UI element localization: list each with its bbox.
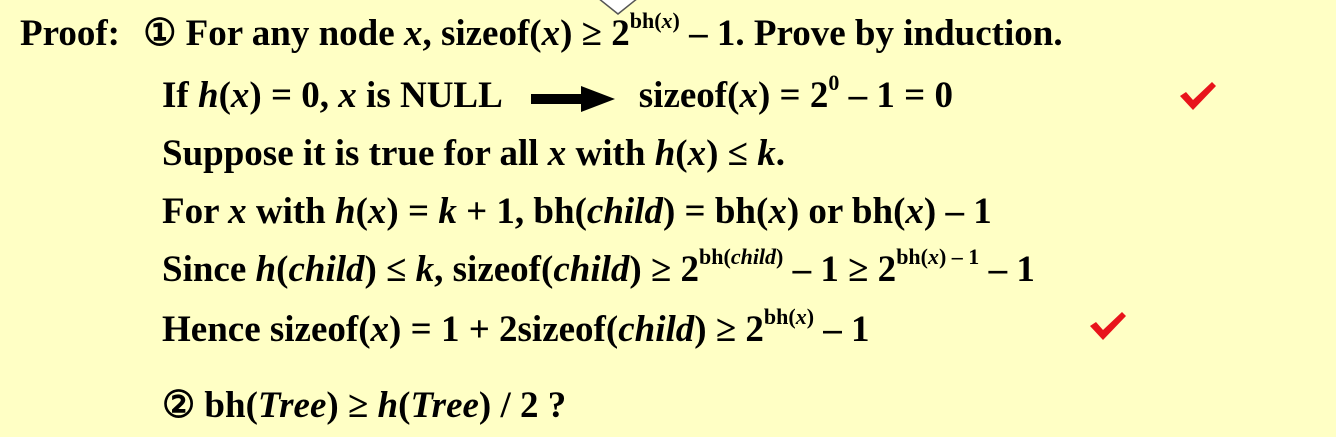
- exponent: bh(x): [629, 8, 680, 34]
- proof-line-6: Hence sizeof(x) = 1 + 2sizeof(child) ≥ 2…: [162, 304, 870, 350]
- check-mark-icon: [1180, 82, 1216, 110]
- proof-line-7: ② bh(Tree) ≥ h(Tree) / 2 ?: [162, 385, 567, 426]
- proof-label: Proof:: [20, 13, 120, 54]
- proof-line-2: If h(x) = 0, x is NULL sizeof(x) = 20 – …: [162, 70, 953, 116]
- proof-line-1: Proof: ① For any node x, sizeof(x) ≥ 2bh…: [20, 8, 1063, 54]
- proof-line-5: Since h(child) ≤ k, sizeof(child) ≥ 2bh(…: [162, 244, 1035, 290]
- check-mark-icon: [1090, 312, 1126, 340]
- circled-one: ①: [143, 13, 177, 54]
- proof-line-4: For x with h(x) = k + 1, bh(child) = bh(…: [162, 191, 992, 232]
- right-arrow-icon: [530, 85, 615, 112]
- proof-line-3: Suppose it is true for all x with h(x) ≤…: [162, 133, 785, 174]
- circled-two: ②: [162, 385, 196, 426]
